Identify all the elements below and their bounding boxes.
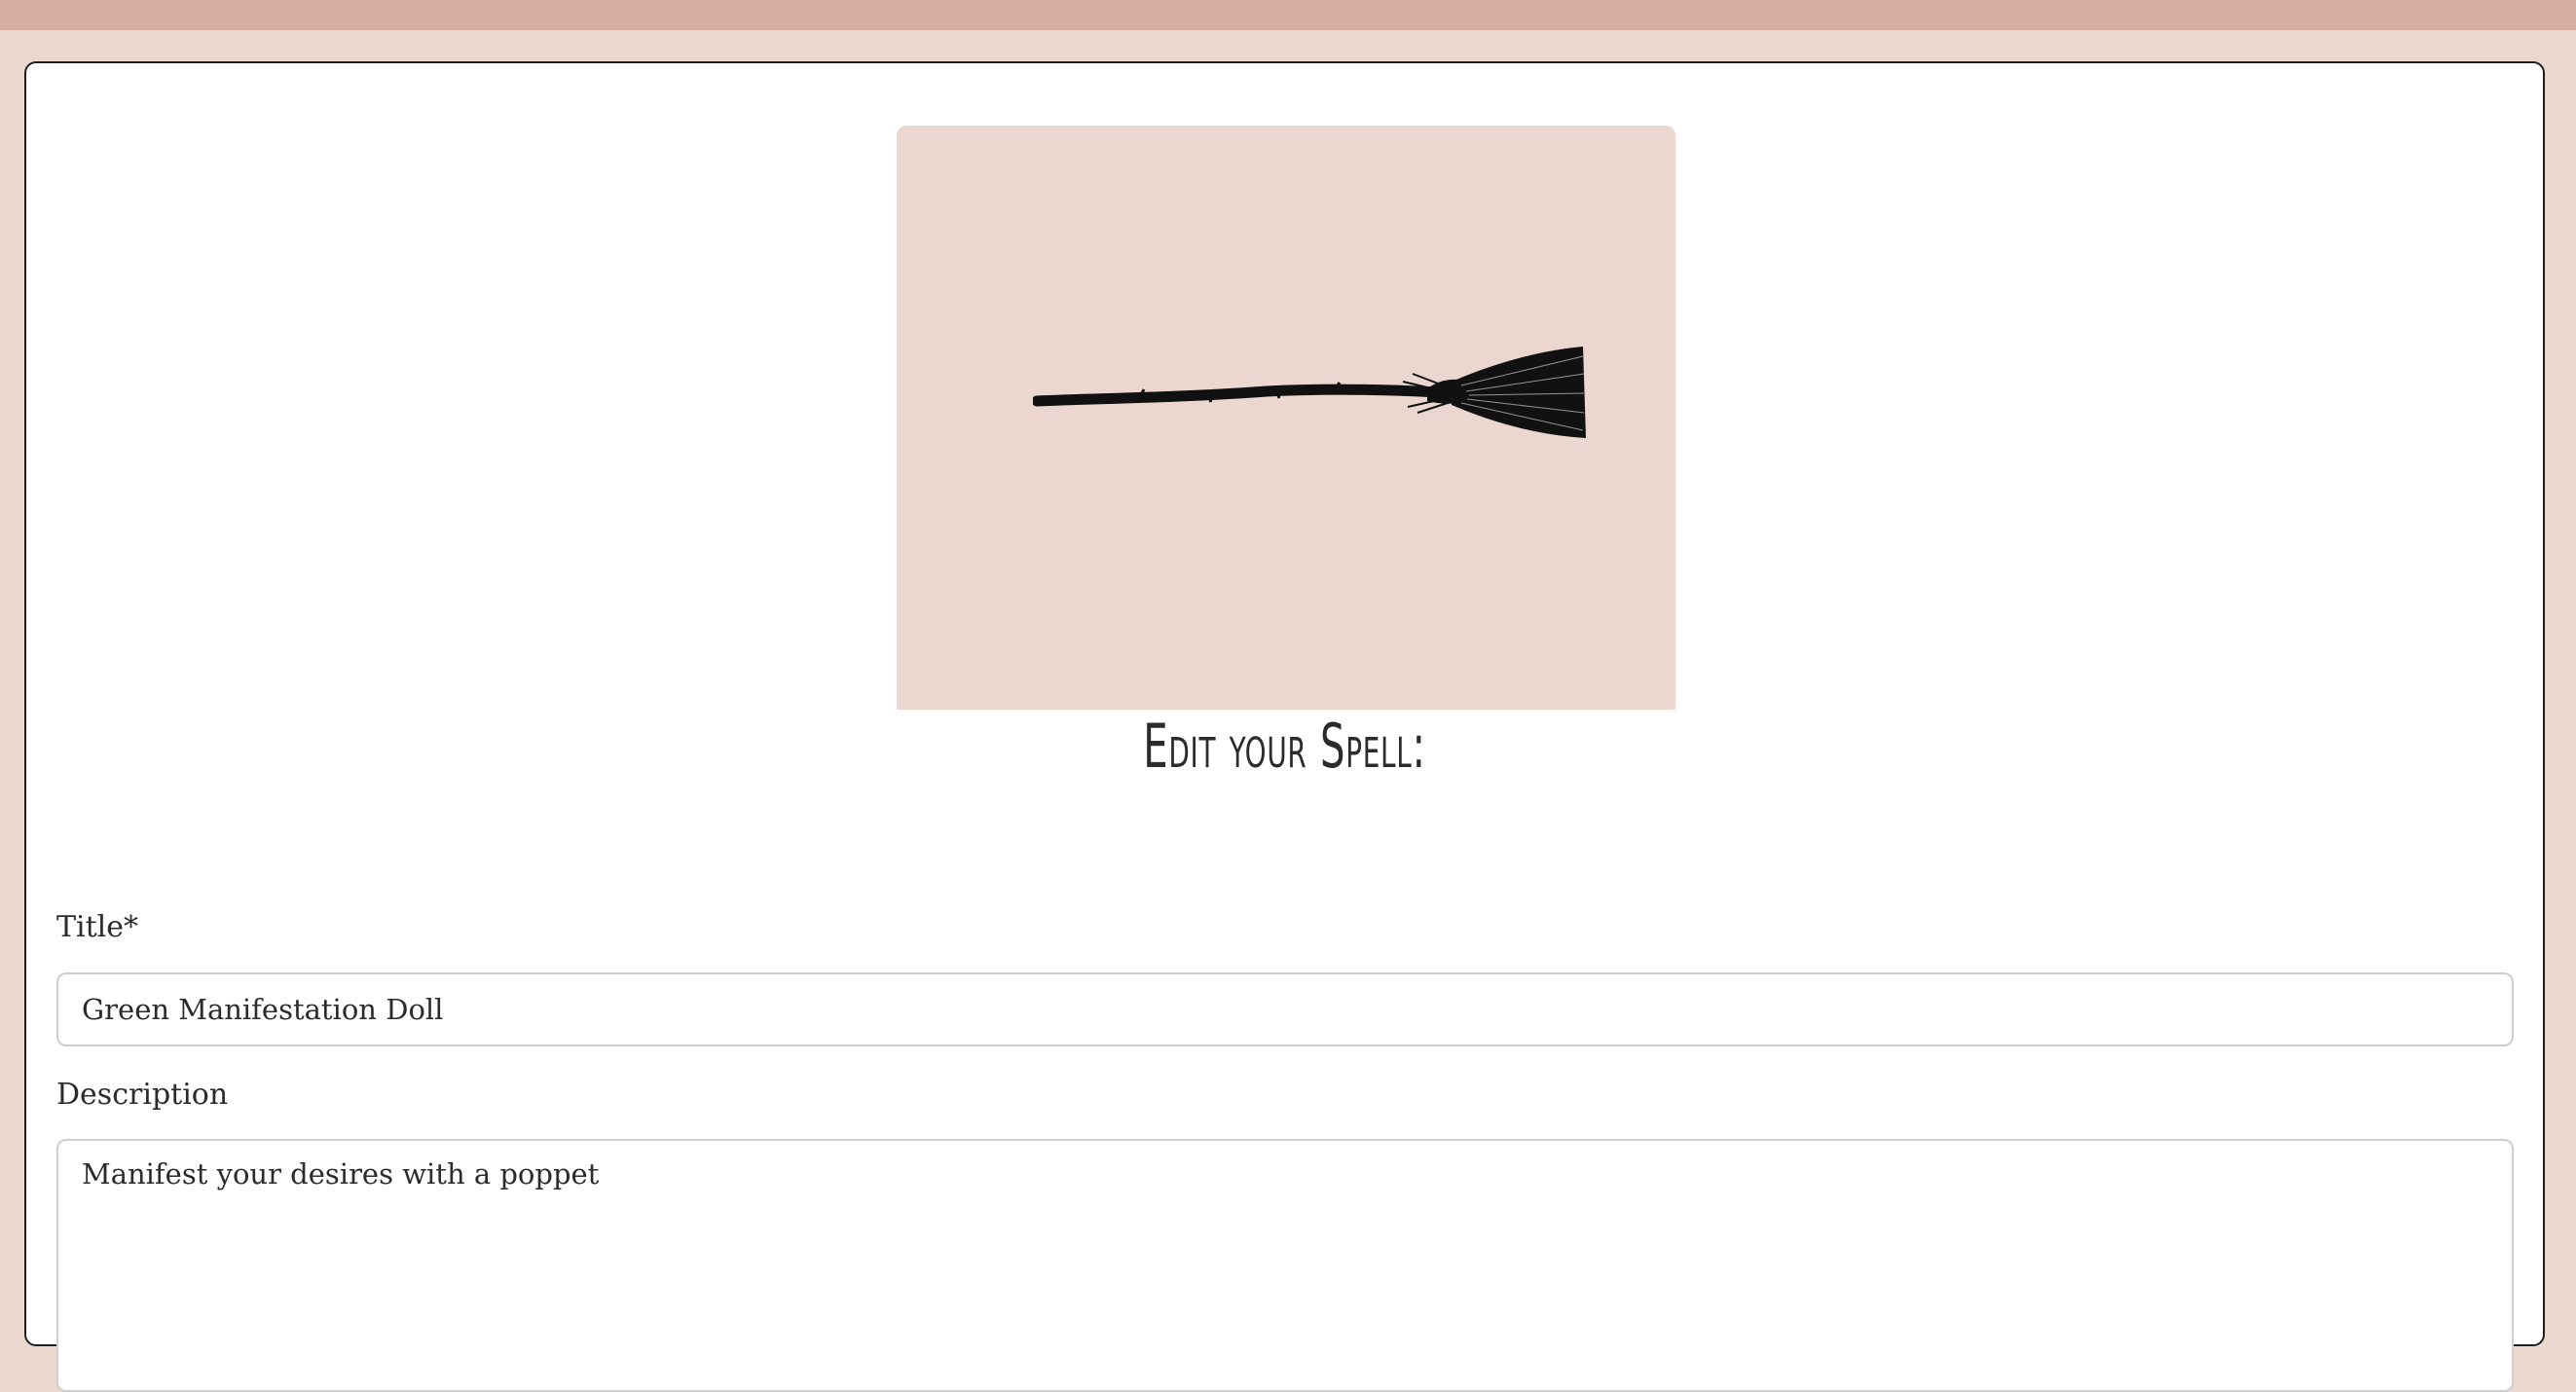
spell-image	[897, 126, 1675, 710]
title-input[interactable]	[56, 972, 2514, 1046]
page-title: Edit your Spell:	[1143, 711, 1426, 782]
title-label: Title*	[56, 910, 139, 944]
description-textarea[interactable]: Manifest your desires with a poppet	[56, 1139, 2514, 1392]
description-label: Description	[56, 1078, 229, 1112]
top-bar	[0, 0, 2576, 30]
broom-icon	[1033, 347, 1586, 438]
edit-spell-card: Edit your Spell: Title* Description Mani…	[24, 61, 2545, 1392]
